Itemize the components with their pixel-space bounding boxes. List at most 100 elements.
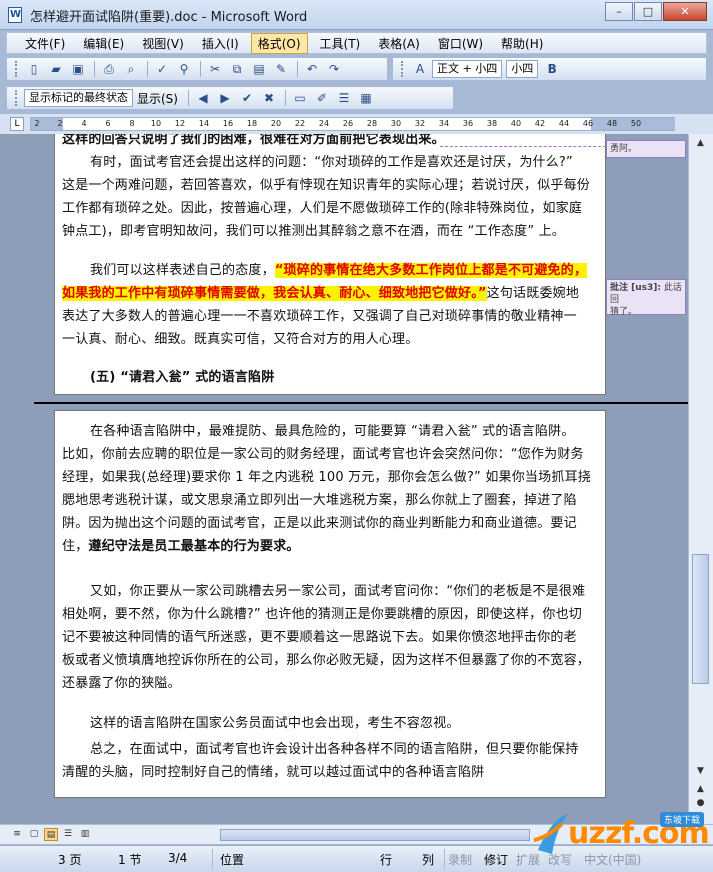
menu-window[interactable]: 窗口(W) bbox=[432, 34, 489, 53]
ruler-tick: 22 bbox=[294, 119, 306, 128]
paragraph: 总之，在面试中，面试考官也许会设计出各种各样不同的语言陷阱，但只要你能保持 清醒… bbox=[62, 738, 602, 784]
status-line: 行 bbox=[380, 853, 393, 867]
paste-icon[interactable]: ▤ bbox=[249, 60, 269, 78]
minimize-button[interactable]: – bbox=[605, 2, 633, 21]
vertical-scroll-thumb[interactable] bbox=[692, 554, 709, 684]
status-record[interactable]: 录制 bbox=[448, 851, 472, 868]
status-separator bbox=[444, 849, 445, 869]
new-comment-icon[interactable]: ▭ bbox=[290, 89, 310, 107]
toolbar-separator bbox=[94, 61, 95, 77]
menu-edit[interactable]: 编辑(E) bbox=[77, 34, 130, 53]
text-line: 又如，你正要从一家公司跳槽去另一家公司，面试考官问你：“你们的老板是不是很难 bbox=[90, 584, 586, 599]
paragraph: 这样的语言陷阱在国家公务员面试中也会出现，考生不容忽视。 bbox=[90, 716, 460, 731]
format-painter-icon[interactable]: ✎ bbox=[271, 60, 291, 78]
menu-table[interactable]: 表格(A) bbox=[372, 34, 426, 53]
ruler-tick: 50 bbox=[630, 119, 642, 128]
text-line: 还暴露了你的狭隘。 bbox=[62, 676, 181, 691]
vertical-scrollbar[interactable]: ▲ ▼ ▲ ● ▼ bbox=[688, 134, 713, 824]
scroll-down-icon[interactable]: ▼ bbox=[692, 764, 709, 778]
text-line: 在各种语言陷阱中，最难提防、最具危险的，可能要算 “请君入瓮” 式的语言陷阱。 bbox=[90, 424, 575, 439]
word-app-icon[interactable] bbox=[8, 7, 22, 23]
outline-view-icon[interactable]: ☰ bbox=[61, 828, 75, 841]
normal-view-icon[interactable]: ≡ bbox=[10, 828, 24, 841]
menu-bar: 文件(F) 编辑(E) 视图(V) 插入(I) 格式(O) 工具(T) 表格(A… bbox=[6, 32, 707, 54]
menu-view[interactable]: 视图(V) bbox=[136, 34, 190, 53]
status-page-count: 3/4 bbox=[168, 851, 188, 865]
status-track-changes[interactable]: 修订 bbox=[484, 851, 508, 868]
copy-icon[interactable]: ⧉ bbox=[227, 60, 247, 78]
highlight-icon[interactable]: ✐ bbox=[312, 89, 332, 107]
maximize-button[interactable]: □ bbox=[634, 2, 662, 21]
text-line: 相处啊，要不然，你为什么跳槽?” 也许他的猜测正是你要跳槽的原因，即使这样，你也… bbox=[62, 607, 582, 622]
ruler-tick: 2 bbox=[57, 119, 63, 128]
new-document-icon[interactable]: ▯ bbox=[24, 60, 44, 78]
text-line: 工作都有琐碎之处。因此，按普遍心理，人们是不愿做琐碎工作的(除非特殊岗位，如家庭 bbox=[62, 201, 583, 216]
toolbar-separator bbox=[284, 90, 286, 106]
font-size-select[interactable]: 小四 bbox=[506, 60, 539, 78]
horizontal-scroll-thumb[interactable] bbox=[220, 829, 530, 841]
print-preview-icon[interactable]: ⌕ bbox=[121, 60, 141, 78]
previous-change-icon[interactable]: ◀ bbox=[193, 89, 213, 107]
ruler-tick: 10 bbox=[150, 119, 162, 128]
ruler-tick: 18 bbox=[246, 119, 258, 128]
ruler-tick: 30 bbox=[390, 119, 402, 128]
web-layout-icon[interactable]: ▢ bbox=[27, 828, 41, 841]
text-line: 有时，面试考官还会提出这样的问题：“你对琐碎的工作是喜欢还是讨厌，为什么?” bbox=[90, 155, 573, 170]
styles-pane-icon[interactable]: A bbox=[410, 60, 430, 78]
menu-insert[interactable]: 插入(I) bbox=[196, 34, 245, 53]
text-line: 这是一个两难问题，若回答喜欢，似乎有悖现在知识青年的实际心理；若说讨厌，似乎每份 bbox=[62, 178, 591, 193]
reject-change-icon[interactable]: ✖ bbox=[259, 89, 279, 107]
ruler-tick: 14 bbox=[198, 119, 210, 128]
logo-badge: 东坡下载 bbox=[660, 812, 705, 827]
menu-file[interactable]: 文件(F) bbox=[19, 34, 71, 53]
redo-icon[interactable]: ↷ bbox=[324, 60, 344, 78]
show-markup-button[interactable]: 显示(S) bbox=[137, 90, 178, 107]
ruler-tick: 6 bbox=[105, 119, 111, 128]
ruler-tick: 28 bbox=[366, 119, 378, 128]
bold-text: 遵纪守法是员工最基本的行为要求。 bbox=[88, 539, 300, 554]
ruler-tick: 42 bbox=[534, 119, 546, 128]
comment-balloon[interactable]: 批注 [us3]: 此话回 猜了。 bbox=[606, 279, 686, 317]
print-layout-icon[interactable]: ▤ bbox=[44, 828, 58, 841]
toolbar-grip[interactable] bbox=[401, 61, 404, 77]
paragraph: 有时，面试考官还会提出这样的问题：“你对琐碎的工作是喜欢还是讨厌，为什么?” 这… bbox=[62, 151, 602, 243]
save-icon[interactable]: ▣ bbox=[68, 60, 88, 78]
next-change-icon[interactable]: ▶ bbox=[215, 89, 235, 107]
spelling-icon[interactable]: ✓ bbox=[152, 60, 172, 78]
cut-icon[interactable]: ✂ bbox=[205, 60, 225, 78]
text-run: 住， bbox=[62, 539, 89, 554]
ruler-tick: 12 bbox=[174, 119, 186, 128]
menu-format[interactable]: 格式(O) bbox=[250, 32, 308, 54]
ruler-tick: 48 bbox=[606, 119, 618, 128]
close-button[interactable]: ✕ bbox=[663, 2, 707, 21]
markup-view-select[interactable]: 显示标记的最终状态 bbox=[24, 89, 133, 107]
toolbar-grip[interactable] bbox=[15, 90, 18, 106]
ruler-tick: 38 bbox=[486, 119, 498, 128]
scroll-up-icon[interactable]: ▲ bbox=[692, 136, 709, 150]
comment-balloon[interactable]: 勇阿。 bbox=[606, 140, 686, 158]
style-select[interactable]: 正文 + 小四 bbox=[432, 60, 503, 78]
menu-help[interactable]: 帮助(H) bbox=[495, 34, 549, 53]
document-workspace[interactable]: 这样的回答只说明了我们的困难，很难在对方面前把它表现出来。 有时，面试考官还会提… bbox=[0, 134, 688, 824]
open-folder-icon[interactable]: ▰ bbox=[46, 60, 66, 78]
research-icon[interactable]: ⚲ bbox=[174, 60, 194, 78]
horizontal-ruler[interactable]: 2 2 4 6 8 10 12 14 16 18 20 22 24 26 28 … bbox=[30, 117, 675, 131]
view-buttons: ≡ ▢ ▤ ☰ ▥ bbox=[10, 828, 95, 841]
status-position: 位置 bbox=[220, 853, 245, 867]
tab-selector[interactable]: L bbox=[10, 117, 24, 131]
bold-button[interactable]: B bbox=[542, 60, 562, 78]
reviewing-pane-icon[interactable]: ▦ bbox=[356, 89, 376, 107]
ruler-tick: 20 bbox=[270, 119, 282, 128]
reading-layout-icon[interactable]: ▥ bbox=[78, 828, 92, 841]
text-line: 经理，如果我(总经理)要求你 1 年之内逃税 100 万元，那你会怎么做?” 如… bbox=[62, 470, 591, 485]
ruler-tick: 26 bbox=[342, 119, 354, 128]
accept-change-icon[interactable]: ✔ bbox=[237, 89, 257, 107]
undo-icon[interactable]: ↶ bbox=[302, 60, 322, 78]
print-icon[interactable]: ⎙ bbox=[99, 60, 119, 78]
ruler-tick: 2 bbox=[34, 119, 40, 128]
menu-tools[interactable]: 工具(T) bbox=[314, 34, 367, 53]
text-line: 比如，你前去应聘的职位是一家公司的财务经理，面试考官也许会突然问你：“您作为财务 bbox=[62, 447, 584, 462]
toolbar-grip[interactable] bbox=[15, 61, 18, 77]
previous-page-icon[interactable]: ▲ bbox=[692, 782, 709, 796]
track-changes-icon[interactable]: ☰ bbox=[334, 89, 354, 107]
